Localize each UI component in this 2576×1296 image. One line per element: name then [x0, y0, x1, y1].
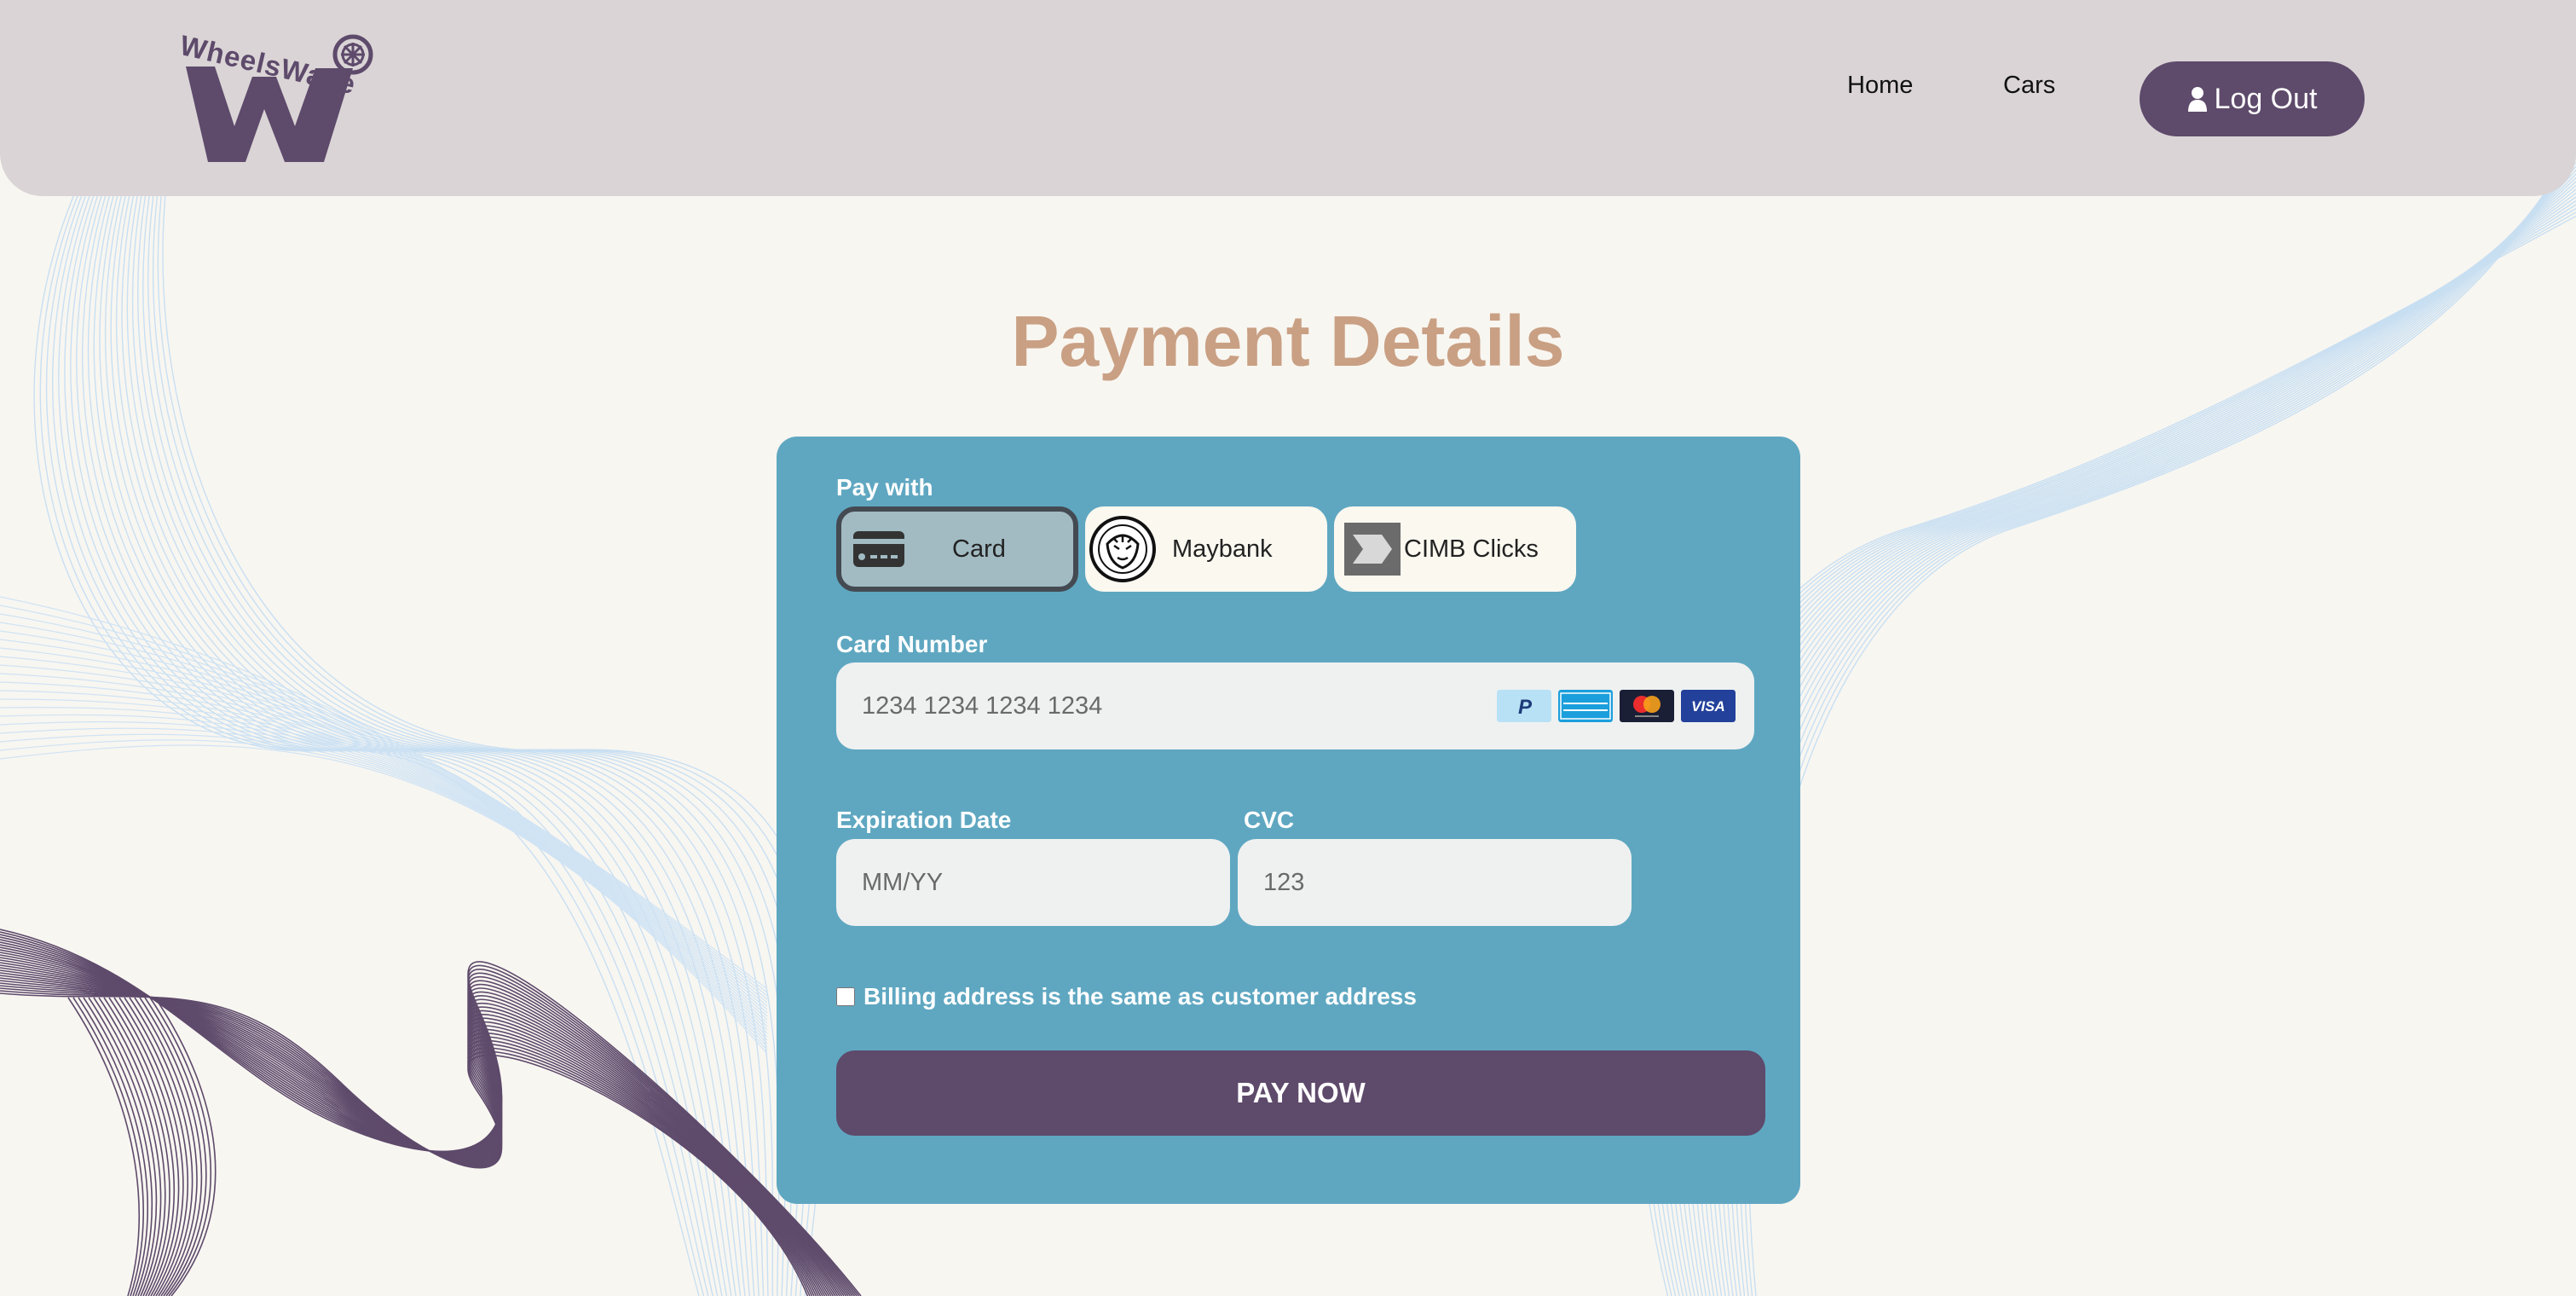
credit-card-icon [853, 531, 904, 567]
nav-cars-link[interactable]: Cars [2003, 72, 2055, 100]
header-bar: WheelsWave Home Cars Log Out [0, 0, 2576, 196]
expiration-date-label: Expiration Date [836, 807, 1012, 833]
card-number-label: Card Number [836, 631, 988, 657]
user-icon [2187, 87, 2207, 112]
billing-same-address-label: Billing address is the same as customer … [863, 983, 1417, 1010]
paypal-icon: P [1497, 690, 1551, 722]
payment-panel: Pay with Card Maybank CIMB Clicks Card N… [777, 437, 1800, 1204]
pay-with-label: Pay with [836, 474, 933, 500]
pay-method-card[interactable]: Card [836, 506, 1078, 592]
pay-method-cimb[interactable]: CIMB Clicks [1334, 506, 1576, 592]
nav-home-link[interactable]: Home [1847, 72, 1913, 100]
pay-method-card-label: Card [952, 535, 1006, 563]
pay-method-maybank-label: Maybank [1172, 535, 1273, 563]
pay-now-button[interactable]: PAY NOW [836, 1050, 1765, 1136]
expiration-date-input[interactable] [836, 839, 1230, 926]
cvc-label: CVC [1244, 807, 1295, 833]
pay-method-cimb-label: CIMB Clicks [1404, 535, 1539, 563]
logout-label: Log Out [2214, 82, 2318, 115]
card-brand-icons: P VISA [1497, 690, 1736, 722]
american-express-icon [1558, 690, 1613, 722]
billing-same-address-checkbox[interactable] [836, 987, 855, 1006]
cimb-logo [1344, 523, 1401, 576]
cvc-input[interactable] [1238, 839, 1632, 926]
logout-button[interactable]: Log Out [2140, 61, 2365, 136]
billing-same-address[interactable]: Billing address is the same as customer … [836, 983, 1417, 1010]
page-title: Payment Details [1011, 301, 1565, 381]
svg-text:VISA: VISA [1691, 698, 1725, 715]
svg-text:P: P [1518, 696, 1533, 719]
visa-icon: VISA [1681, 690, 1736, 722]
maybank-tiger-logo [1089, 516, 1156, 582]
wheelswave-logo[interactable]: WheelsWave [170, 24, 384, 171]
mastercard-icon [1620, 690, 1674, 722]
pay-method-maybank[interactable]: Maybank [1085, 506, 1327, 592]
